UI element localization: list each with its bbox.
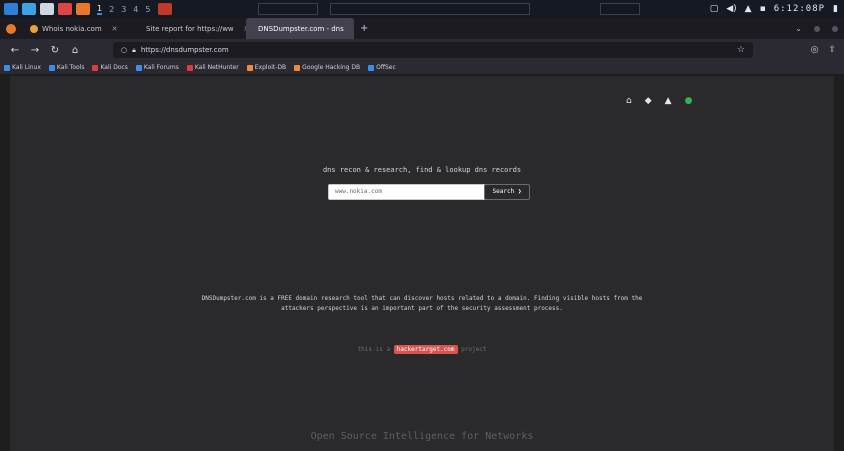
system-panel: 1 2 3 4 5 ▢ ◀) ▲ ▪ 6:12:08P ▮	[0, 0, 844, 18]
shield-nav-icon[interactable]: ◆	[645, 96, 652, 106]
description-line: attackers perspective is an important pa…	[281, 305, 563, 312]
extensions-icon[interactable]: ⇧	[828, 45, 836, 55]
kali-icon	[4, 64, 10, 71]
kali-menu-icon[interactable]	[4, 3, 18, 15]
memory-graph	[600, 3, 640, 15]
kali-docs-icon	[92, 64, 99, 71]
kali-forums-icon	[135, 64, 142, 71]
maximize-window-icon[interactable]	[832, 25, 838, 32]
workspace-2[interactable]: 2	[109, 5, 114, 14]
workspace-3[interactable]: 3	[121, 5, 126, 14]
display-icon[interactable]: ▢	[710, 4, 719, 14]
tab-label: DNSDumpster.com - dns	[258, 24, 344, 33]
bookmark-kali-linux[interactable]: Kali Linux	[4, 64, 41, 71]
forward-icon[interactable]: →	[30, 45, 40, 56]
firefox-window-icon[interactable]	[158, 3, 173, 15]
clock[interactable]: 6:12:08P	[774, 4, 825, 14]
url-bar[interactable]: ○ 🔒︎ https://dnsdumpster.com ☆	[113, 42, 753, 58]
tab-site-report[interactable]: Site report for https://ww ✕	[134, 18, 246, 39]
bookmark-kali-docs[interactable]: Kali Docs	[92, 64, 128, 71]
minimize-window-icon[interactable]	[814, 25, 820, 32]
firefox-launcher-icon[interactable]	[76, 3, 90, 15]
tab-dnsdumpster[interactable]: DNSDumpster.com - dns ✕	[246, 18, 354, 39]
navigation-bar: ← → ↻ ⌂ ○ 🔒︎ https://dnsdumpster.com ☆ ◎…	[0, 39, 844, 61]
status-dot-icon[interactable]: ●	[685, 96, 693, 106]
new-tab-button[interactable]: +	[360, 23, 368, 34]
site-nav-icons: ⌂ ◆ ▲ ●	[626, 96, 692, 106]
cpu-graph	[258, 3, 318, 15]
hackertarget-link[interactable]: hackertarget.com	[393, 345, 458, 354]
bookmark-label: Kali Tools	[56, 64, 85, 71]
page-body: ⌂ ◆ ▲ ● dns recon & research, find & loo…	[10, 76, 834, 451]
home-nav-icon[interactable]: ⌂	[626, 96, 632, 106]
workspace-1[interactable]: 1	[97, 4, 103, 15]
bookmark-label: OffSec	[376, 64, 396, 71]
bookmark-offsec[interactable]: OffSec	[368, 64, 396, 71]
bookmark-kali-forums[interactable]: Kali Forums	[135, 64, 179, 71]
reload-icon[interactable]: ↻	[50, 45, 60, 56]
volume-icon[interactable]: ◀)	[726, 4, 736, 14]
lock-icon[interactable]: 🔒︎	[132, 46, 136, 55]
tab-strip: Whois nokia.com ✕ Site report for https:…	[0, 18, 844, 39]
system-tray: ▢ ◀) ▲ ▪ 6:12:08P ▮	[710, 0, 844, 18]
bookmark-label: Kali NetHunter	[194, 64, 239, 71]
bookmark-exploit-db[interactable]: Exploit-DB	[246, 64, 287, 71]
domain-search-input[interactable]: www.nokia.com	[328, 184, 490, 200]
list-all-tabs-icon[interactable]: ⌄	[795, 24, 802, 33]
bookmark-label: Kali Linux	[12, 64, 41, 71]
description: DNSDumpster.com is a FREE domain researc…	[10, 294, 834, 314]
url-text[interactable]: https://dnsdumpster.com	[141, 46, 229, 54]
project-suffix: project	[461, 346, 487, 353]
bookmark-google-hacking-db[interactable]: Google Hacking DB	[294, 64, 360, 71]
notification-icon[interactable]: ▲	[745, 4, 752, 14]
terminal-icon[interactable]	[22, 3, 36, 15]
pocket-icon[interactable]: ◎	[811, 45, 819, 55]
back-icon[interactable]: ←	[10, 45, 20, 56]
bookmarks-toolbar: Kali Linux Kali Tools Kali Docs Kali For…	[0, 61, 844, 75]
network-graph	[330, 3, 530, 15]
graduation-cap-icon[interactable]: ▲	[665, 96, 672, 106]
tab-label: Site report for https://ww	[146, 24, 234, 33]
bookmark-label: Exploit-DB	[254, 64, 287, 71]
bookmark-label: Google Hacking DB	[302, 64, 361, 71]
description-line: DNSDumpster.com is a FREE domain researc…	[201, 295, 643, 302]
bookmark-kali-tools[interactable]: Kali Tools	[48, 64, 85, 71]
battery-icon[interactable]: ▪	[760, 4, 766, 14]
nethunter-icon	[186, 64, 193, 71]
project-credit: this is a hackertarget.com project	[10, 345, 834, 354]
web-page: ⌂ ◆ ▲ ● dns recon & research, find & loo…	[0, 76, 844, 451]
bookmark-star-icon[interactable]: ☆	[737, 45, 745, 55]
project-prefix: this is a	[357, 346, 391, 353]
bookmark-label: Kali Docs	[100, 64, 128, 71]
exploit-db-icon	[246, 64, 253, 71]
tab-whois[interactable]: Whois nokia.com ✕	[22, 18, 134, 39]
whois-favicon-icon	[30, 24, 38, 33]
file-manager-icon[interactable]	[40, 3, 54, 15]
shield-icon[interactable]: ○	[121, 46, 127, 54]
kali-tools-icon	[48, 64, 55, 71]
tagline: dns recon & research, find & lookup dns …	[322, 166, 522, 174]
text-editor-icon[interactable]	[58, 3, 72, 15]
bookmark-label: Kali Forums	[143, 64, 179, 71]
firefox-view-icon[interactable]	[6, 23, 16, 34]
home-icon[interactable]: ⌂	[70, 45, 80, 56]
lock-icon[interactable]: ▮	[833, 4, 838, 14]
ghdb-icon	[294, 64, 301, 71]
tab-label: Whois nokia.com	[42, 24, 102, 33]
workspace-5[interactable]: 5	[145, 5, 150, 14]
close-tab-icon[interactable]: ✕	[112, 25, 118, 33]
footer-title: Open Source Intelligence for Networks	[310, 431, 534, 442]
offsec-icon	[368, 64, 375, 71]
bookmark-kali-nethunter[interactable]: Kali NetHunter	[186, 64, 239, 71]
search-button[interactable]: Search ❯	[484, 184, 530, 200]
workspace-4[interactable]: 4	[133, 5, 138, 14]
